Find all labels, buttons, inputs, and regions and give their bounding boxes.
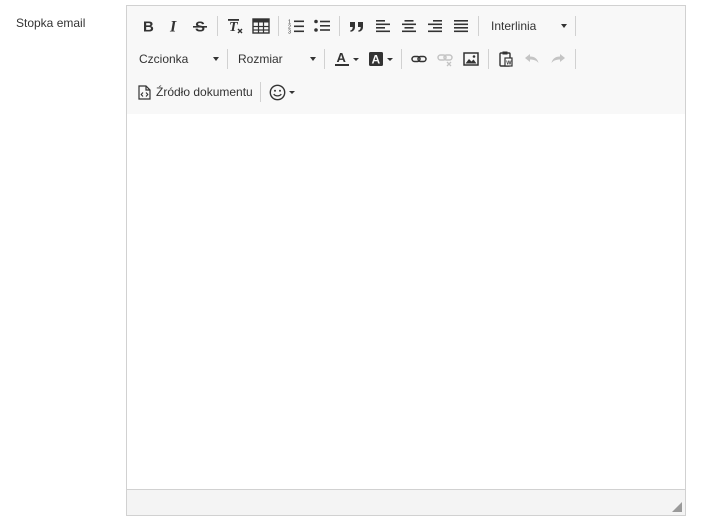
redo-icon (551, 54, 565, 63)
toolbar-row-1: B I S T 123 (135, 13, 580, 39)
align-center-button[interactable] (396, 13, 422, 39)
numbered-list-button[interactable]: 123 (283, 13, 309, 39)
toolbar-separator (259, 82, 261, 102)
strikethrough-button[interactable]: S (187, 13, 213, 39)
clear-formatting-button[interactable]: T (222, 13, 248, 39)
bullet-list-icon (314, 19, 330, 32)
toolbar-separator (278, 16, 279, 36)
background-color-icon: A (368, 52, 383, 67)
rich-text-editor: B I S T 123 (126, 5, 686, 516)
editor-content-area[interactable] (127, 114, 685, 489)
image-button[interactable] (458, 46, 484, 72)
svg-text:T: T (229, 20, 239, 35)
toolbar-separator (575, 49, 576, 69)
undo-button[interactable] (519, 46, 545, 72)
source-label: Źródło dokumentu (156, 85, 253, 99)
table-icon (252, 18, 270, 34)
align-right-icon (428, 20, 442, 33)
source-button[interactable]: Źródło dokumentu (135, 79, 256, 105)
redo-button[interactable] (545, 46, 571, 72)
svg-text:I: I (169, 19, 177, 35)
editor-toolbar: B I S T 123 (127, 6, 685, 115)
toolbar-separator (575, 16, 576, 36)
font-size-dropdown[interactable]: Rozmiar (232, 46, 320, 72)
background-color-button[interactable]: A (363, 46, 397, 72)
align-center-icon (402, 20, 416, 33)
italic-button[interactable]: I (161, 13, 187, 39)
blockquote-icon (350, 22, 363, 32)
align-left-icon (376, 20, 390, 33)
chevron-down-icon (288, 90, 295, 94)
resize-handle-icon[interactable] (672, 502, 682, 512)
link-icon (411, 55, 427, 63)
numbered-list-icon: 123 (288, 20, 304, 35)
unlink-icon (437, 54, 453, 67)
blockquote-button[interactable] (344, 13, 370, 39)
paste-icon: W (499, 51, 513, 67)
link-button[interactable] (406, 46, 432, 72)
undo-icon (525, 54, 539, 63)
chevron-down-icon (386, 57, 393, 61)
align-left-button[interactable] (370, 13, 396, 39)
toolbar-separator (488, 49, 489, 69)
chevron-down-icon (352, 57, 359, 61)
svg-text:A: A (371, 53, 380, 67)
bold-button[interactable]: B (135, 13, 161, 39)
svg-text:A: A (336, 51, 346, 65)
editor-status-bar (127, 489, 685, 515)
toolbar-separator (324, 49, 325, 69)
toolbar-separator (227, 49, 228, 69)
table-button[interactable] (248, 13, 274, 39)
strikethrough-icon: S (193, 19, 207, 34)
toolbar-row-2: Czcionka Rozmiar A A W (135, 46, 580, 72)
font-size-label: Rozmiar (238, 52, 283, 66)
font-family-dropdown[interactable]: Czcionka (135, 46, 223, 72)
italic-icon: I (169, 19, 177, 35)
bullet-list-button[interactable] (309, 13, 335, 39)
text-color-button[interactable]: A (329, 46, 363, 72)
toolbar-separator (401, 49, 402, 69)
chevron-down-icon (561, 24, 567, 28)
toolbar-separator (339, 16, 340, 36)
svg-text:3: 3 (288, 30, 291, 35)
toolbar-separator (478, 16, 479, 36)
emoji-button[interactable] (265, 79, 299, 105)
justify-icon (454, 20, 468, 33)
image-icon (463, 52, 479, 66)
toolbar-row-3: Źródło dokumentu (135, 79, 299, 105)
field-label: Stopka email (16, 16, 86, 30)
unlink-button[interactable] (432, 46, 458, 72)
paste-button[interactable]: W (493, 46, 519, 72)
toolbar-separator (217, 16, 218, 36)
align-right-button[interactable] (422, 13, 448, 39)
source-icon (138, 84, 151, 100)
emoji-icon (269, 84, 286, 100)
chevron-down-icon (310, 57, 316, 61)
svg-text:W: W (506, 61, 512, 67)
justify-button[interactable] (448, 13, 474, 39)
text-color-icon: A (334, 51, 349, 66)
line-height-label: Interlinia (491, 19, 537, 33)
font-family-label: Czcionka (139, 52, 189, 66)
clear-formatting-icon: T (228, 19, 243, 35)
svg-text:B: B (143, 19, 154, 35)
line-height-dropdown[interactable]: Interlinia (483, 13, 571, 39)
bold-icon: B (143, 19, 154, 35)
chevron-down-icon (213, 57, 219, 61)
